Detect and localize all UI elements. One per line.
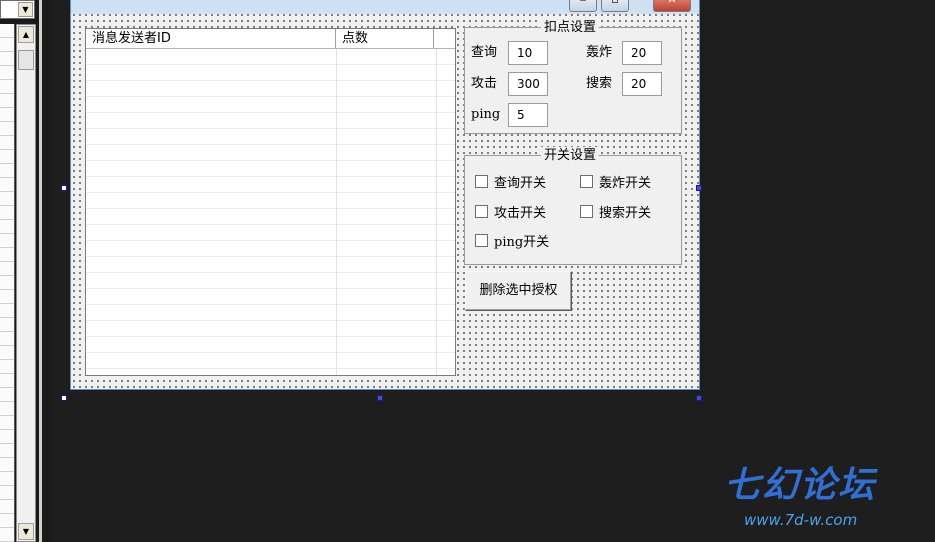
attack-cost-input[interactable]: 300 [508, 72, 548, 96]
ping-switch-checkbox[interactable]: ping开关 [475, 234, 549, 252]
attack-switch-checkbox[interactable]: 攻击开关 [475, 205, 546, 223]
resize-handle-left[interactable] [61, 185, 67, 191]
checkbox-label: 搜索开关 [599, 206, 652, 221]
group-title: 开关设置 [541, 147, 600, 164]
maximize-icon: ▫ [611, 0, 618, 6]
ide-left-panel: ▼ ▲ ▼ [0, 0, 52, 542]
switch-settings-group: 开关设置 查询开关 轰炸开关 攻击开关 搜索开关 ping开关 [464, 147, 682, 265]
resize-handle-bottom[interactable] [377, 395, 383, 401]
group-title: 扣点设置 [541, 19, 600, 36]
left-scrollbar[interactable]: ▲ ▼ [16, 24, 36, 542]
maximize-button[interactable]: ▫ [601, 0, 629, 12]
close-icon: ✕ [667, 0, 676, 6]
checkbox-label: 轰炸开关 [599, 176, 652, 191]
chevron-down-icon[interactable]: ▼ [18, 2, 33, 17]
ping-cost-input[interactable]: 5 [508, 103, 548, 127]
column-divider [436, 49, 437, 375]
minimize-icon: ‒ [580, 0, 587, 6]
search-switch-checkbox[interactable]: 搜索开关 [580, 205, 651, 223]
list-header: 消息发送者ID 点数 [86, 29, 455, 49]
column-divider [336, 49, 337, 375]
column-sender-id[interactable]: 消息发送者ID [86, 29, 336, 48]
checkbox-icon[interactable] [580, 175, 593, 188]
column-points[interactable]: 点数 [336, 29, 434, 48]
scroll-up-icon[interactable]: ▲ [18, 26, 34, 43]
close-button[interactable]: ✕ [653, 0, 691, 12]
checkbox-icon[interactable] [475, 205, 488, 218]
sender-list[interactable]: 消息发送者ID 点数 [85, 28, 456, 376]
designer-form: ‒ ▫ ✕ 消息发送者ID 点数 扣点设置 查询 10 轰炸 20 攻击 300… [70, 0, 700, 390]
bomb-cost-input[interactable]: 20 [622, 41, 662, 65]
deduct-settings-group: 扣点设置 查询 10 轰炸 20 攻击 300 搜索 20 ping 5 [464, 19, 682, 134]
watermark-url: www.7d-w.com [744, 511, 858, 529]
query-label: 查询 [471, 45, 498, 60]
splitter[interactable] [39, 0, 42, 542]
left-dropdown[interactable]: ▼ [0, 0, 35, 19]
minimize-button[interactable]: ‒ [569, 0, 597, 12]
query-switch-checkbox[interactable]: 查询开关 [475, 175, 546, 193]
list-rows[interactable] [86, 49, 455, 375]
query-cost-input[interactable]: 10 [508, 41, 548, 65]
checkbox-icon[interactable] [475, 234, 488, 247]
watermark-logo: 七幻论坛 [724, 465, 877, 506]
scroll-thumb[interactable] [18, 50, 34, 70]
scroll-down-icon[interactable]: ▼ [18, 523, 34, 540]
resize-handle-bottom-left[interactable] [61, 395, 67, 401]
checkbox-icon[interactable] [580, 205, 593, 218]
attack-label: 攻击 [471, 76, 498, 91]
resize-handle-bottom-right[interactable] [696, 395, 702, 401]
checkbox-icon[interactable] [475, 175, 488, 188]
bomb-label: 轰炸 [586, 45, 613, 60]
delete-selected-auth-button[interactable]: 删除选中授权 [465, 271, 572, 311]
checkbox-label: 攻击开关 [494, 206, 547, 221]
checkbox-label: ping开关 [494, 235, 550, 250]
left-line-panel [0, 24, 15, 542]
resize-handle-right[interactable] [696, 185, 702, 191]
panel-lines [0, 24, 14, 542]
ping-label: ping [471, 107, 501, 122]
form-titlebar: ‒ ▫ ✕ [71, 0, 699, 14]
checkbox-label: 查询开关 [494, 176, 547, 191]
search-cost-input[interactable]: 20 [622, 72, 662, 96]
bomb-switch-checkbox[interactable]: 轰炸开关 [580, 175, 651, 193]
search-label: 搜索 [586, 76, 613, 91]
